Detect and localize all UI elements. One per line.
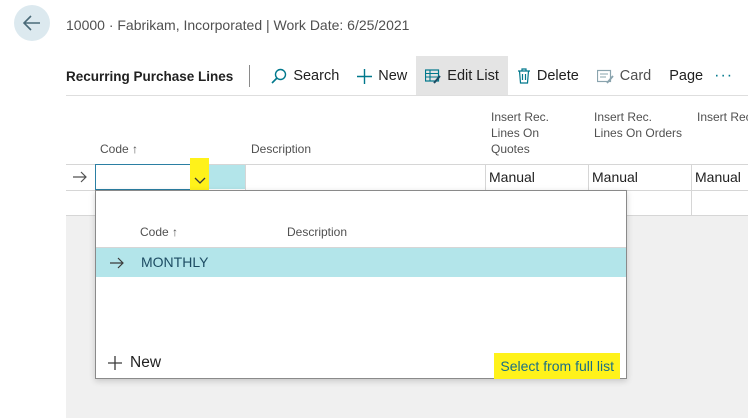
divider bbox=[691, 190, 692, 215]
delete-label: Delete bbox=[536, 68, 579, 84]
orders-cell[interactable]: Manual bbox=[588, 165, 692, 190]
current-row-arrow-icon bbox=[110, 257, 124, 269]
code-lookup-button[interactable] bbox=[190, 158, 209, 190]
chevron-down-icon bbox=[194, 177, 205, 184]
plus-icon bbox=[108, 356, 122, 370]
back-arrow-icon bbox=[23, 15, 40, 31]
search-button[interactable]: Search bbox=[262, 56, 348, 96]
dropdown-header-description[interactable]: Description bbox=[287, 225, 347, 239]
edit-list-label: Edit List bbox=[447, 68, 499, 84]
dropdown-header-code[interactable]: Code ↑ bbox=[140, 225, 178, 239]
dropdown-row[interactable]: MONTHLY bbox=[96, 248, 626, 277]
search-label: Search bbox=[293, 68, 340, 84]
code-lookup-dropdown: Code ↑ Description MONTHLY New Select fr… bbox=[95, 190, 627, 379]
new-label: New bbox=[378, 68, 408, 84]
page-title: Recurring Purchase Lines bbox=[66, 68, 234, 84]
column-header-invoices[interactable]: Insert Rec. Lines On Invoices bbox=[697, 109, 748, 125]
more-options-button[interactable]: ··· bbox=[712, 67, 733, 85]
page-label: Page bbox=[669, 68, 704, 84]
page-menu-button[interactable]: Page bbox=[660, 56, 712, 96]
quotes-cell[interactable]: Manual bbox=[485, 165, 589, 190]
back-button[interactable] bbox=[14, 5, 50, 41]
delete-button[interactable]: Delete bbox=[508, 56, 588, 96]
column-header-quotes[interactable]: Insert Rec. Lines On Quotes bbox=[491, 109, 581, 157]
description-cell[interactable] bbox=[245, 165, 485, 190]
plus-icon bbox=[357, 68, 373, 84]
search-icon bbox=[271, 68, 287, 84]
edit-list-icon bbox=[425, 68, 442, 84]
divider bbox=[66, 95, 748, 96]
invoices-cell[interactable]: Manual bbox=[691, 165, 748, 190]
trash-icon bbox=[517, 68, 530, 84]
column-header-orders[interactable]: Insert Rec. Lines On Orders bbox=[594, 109, 684, 141]
dropdown-new-button[interactable]: New bbox=[108, 354, 161, 372]
edit-list-button[interactable]: Edit List bbox=[416, 56, 508, 96]
page-caption: 10000 · Fabrikam, Incorporated | Work Da… bbox=[66, 17, 410, 33]
dropdown-row-code: MONTHLY bbox=[141, 254, 209, 270]
code-cell-highlight bbox=[209, 165, 245, 189]
current-row-arrow-icon bbox=[73, 171, 87, 183]
card-button[interactable]: Card bbox=[588, 56, 660, 96]
new-button[interactable]: New bbox=[348, 56, 416, 96]
card-label: Card bbox=[619, 68, 652, 84]
select-from-full-list-link[interactable]: Select from full list bbox=[494, 353, 620, 379]
dropdown-new-label: New bbox=[130, 354, 162, 371]
divider bbox=[249, 65, 251, 87]
card-icon bbox=[596, 69, 614, 84]
column-header-description[interactable]: Description bbox=[251, 141, 311, 157]
action-bar: Recurring Purchase Lines Search New Edit… bbox=[66, 56, 748, 96]
column-header-code[interactable]: Code ↑ bbox=[100, 141, 138, 157]
